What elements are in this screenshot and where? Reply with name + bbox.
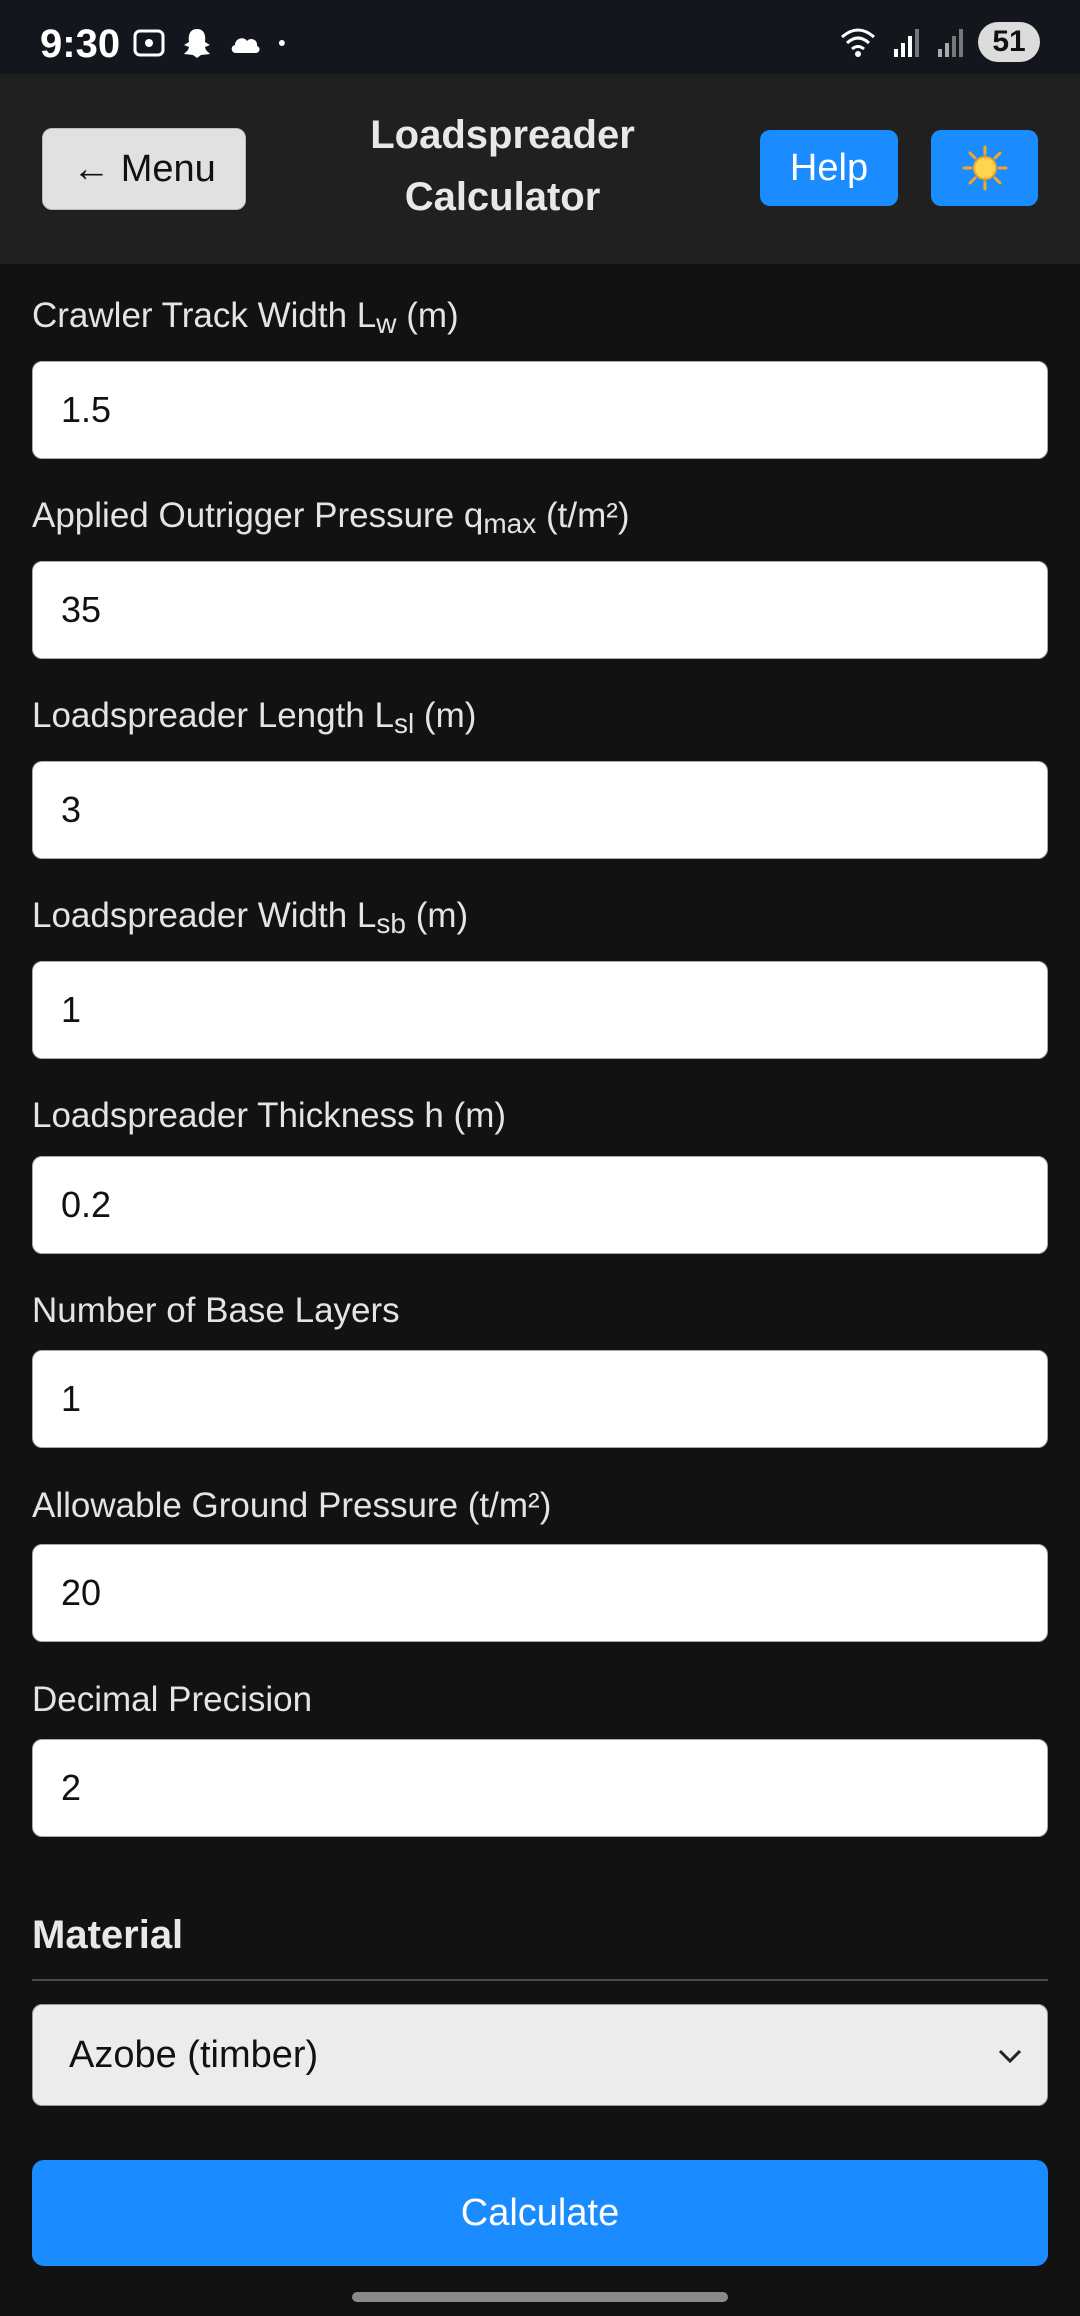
track-width-input[interactable] [32,361,1048,459]
menu-button[interactable]: ← Menu [42,128,246,210]
loadspreader-width-label: Loadspreader Width Lsb (m) [32,896,469,939]
status-time: 9:30 [40,22,121,66]
ground-pressure-input[interactable] [32,1544,1048,1642]
loadspreader-length-input[interactable] [32,761,1048,859]
outrigger-pressure-input[interactable] [32,561,1048,659]
battery-indicator: 51 [978,22,1040,62]
material-selected-value: Azobe (timber) [69,2033,319,2076]
loadspreader-thickness-label: Loadspreader Thickness h (m) [32,1096,507,1135]
system-icons: 51 [836,22,1040,62]
sun-icon [962,145,1007,191]
signal-icon [938,29,963,57]
loadspreader-thickness-input[interactable] [32,1156,1048,1254]
loadspreader-width-input[interactable] [32,961,1048,1059]
title-line-2: Calculator [404,175,601,219]
track-width-label: Crawler Track Width Lw (m) [32,296,459,339]
material-section-title: Material [32,1913,184,1957]
signal-icon [894,29,919,57]
title-line-1: Loadspreader [370,113,635,157]
status-bar: 9:30 51 [0,0,1080,74]
loadspreader-length-label: Loadspreader Length Lsl (m) [32,696,477,739]
page-title: Loadspreader Calculator [330,104,675,228]
gesture-bar [352,2292,728,2302]
section-divider [32,1979,1048,1981]
snapchat-icon [184,29,210,58]
notification-icons [132,26,296,60]
material-select[interactable]: Azobe (timber) [32,2004,1048,2106]
wifi-icon [841,28,875,57]
decimal-precision-label: Decimal Precision [32,1680,313,1719]
ground-pressure-label: Allowable Ground Pressure (t/m²) [32,1486,552,1525]
outrigger-pressure-label: Applied Outrigger Pressure qmax (t/m²) [32,496,630,539]
screenshot-icon [133,29,165,57]
app-header: ← Menu Loadspreader Calculator Help [0,74,1080,264]
calculate-button[interactable]: Calculate [32,2160,1048,2266]
base-layers-input[interactable] [32,1350,1048,1448]
dot-icon [278,40,285,46]
theme-toggle-button[interactable] [931,130,1038,206]
chevron-down-icon [998,2049,1022,2064]
cloud-icon [231,38,260,53]
base-layers-label: Number of Base Layers [32,1291,400,1330]
help-button[interactable]: Help [760,130,898,206]
decimal-precision-input[interactable] [32,1739,1048,1837]
